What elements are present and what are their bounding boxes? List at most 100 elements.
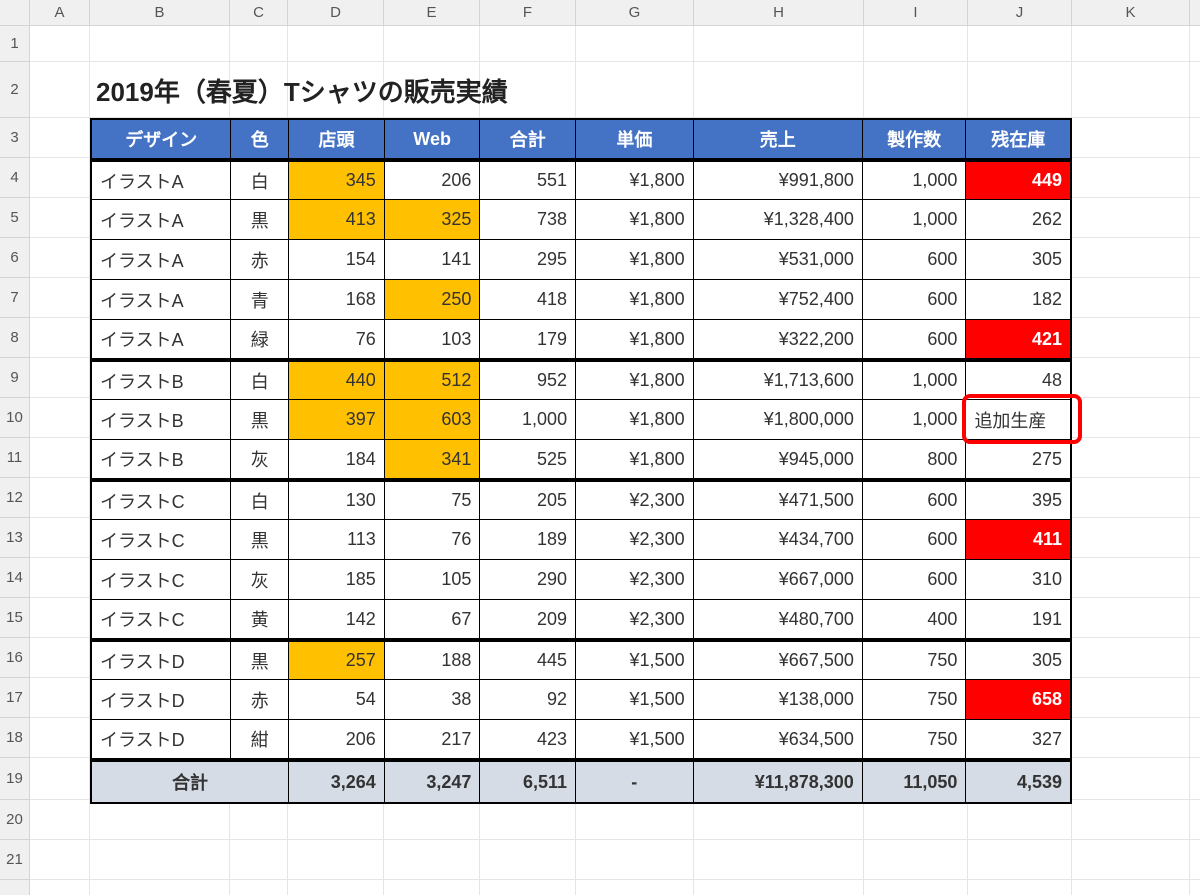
cell-price[interactable]: ¥1,500 [576, 640, 694, 680]
cell-made[interactable]: 600 [863, 520, 967, 560]
cell-sales[interactable]: ¥991,800 [694, 160, 863, 200]
cell-sales[interactable]: ¥945,000 [694, 440, 863, 480]
row-head-4[interactable]: 4 [0, 158, 29, 198]
cell-design[interactable]: イラストC [92, 520, 231, 560]
cell-price[interactable]: ¥1,800 [576, 280, 694, 320]
cell-store[interactable]: 142 [289, 600, 385, 640]
cell-web[interactable]: 250 [385, 280, 481, 320]
cell-total-sales[interactable]: ¥11,878,300 [694, 760, 863, 802]
cell-sales[interactable]: ¥434,700 [694, 520, 863, 560]
cell-total[interactable]: 1,000 [480, 400, 576, 440]
cell-store[interactable]: 168 [289, 280, 385, 320]
row-head-20[interactable]: 20 [0, 800, 29, 840]
col-head-I[interactable]: I [864, 0, 968, 25]
row-head-15[interactable]: 15 [0, 598, 29, 638]
cell-color[interactable]: 紺 [231, 720, 289, 760]
cell-design[interactable]: イラストD [92, 680, 231, 720]
row-head-21[interactable]: 21 [0, 840, 29, 880]
cell-store[interactable]: 397 [289, 400, 385, 440]
row-head-13[interactable]: 13 [0, 518, 29, 558]
cell-store[interactable]: 185 [289, 560, 385, 600]
row-head-9[interactable]: 9 [0, 358, 29, 398]
row-head-17[interactable]: 17 [0, 678, 29, 718]
cell-web[interactable]: 217 [385, 720, 481, 760]
cell-sales[interactable]: ¥322,200 [694, 320, 863, 360]
cell-total[interactable]: 205 [480, 480, 576, 520]
col-head-H[interactable]: H [694, 0, 864, 25]
col-head-J[interactable]: J [968, 0, 1072, 25]
col-head-K[interactable]: K [1072, 0, 1190, 25]
cell-made[interactable]: 600 [863, 560, 967, 600]
table-header-4[interactable]: 合計 [480, 120, 576, 160]
col-head-A[interactable]: A [30, 0, 90, 25]
cell-made[interactable]: 1,000 [863, 400, 967, 440]
cell-stock[interactable]: 305 [966, 640, 1070, 680]
cell-web[interactable]: 341 [385, 440, 481, 480]
cell-stock[interactable]: 449 [966, 160, 1070, 200]
cell-stock[interactable]: 追加生産 [966, 400, 1070, 440]
cell-total[interactable]: 295 [480, 240, 576, 280]
cell-stock[interactable]: 275 [966, 440, 1070, 480]
cell-price[interactable]: ¥1,500 [576, 680, 694, 720]
cell-store[interactable]: 154 [289, 240, 385, 280]
cell-store[interactable]: 184 [289, 440, 385, 480]
cell-price[interactable]: ¥1,800 [576, 200, 694, 240]
cell-design[interactable]: イラストC [92, 560, 231, 600]
cell-made[interactable]: 800 [863, 440, 967, 480]
cell-stock[interactable]: 182 [966, 280, 1070, 320]
cell-sales[interactable]: ¥138,000 [694, 680, 863, 720]
cell-color[interactable]: 灰 [231, 560, 289, 600]
cell-store[interactable]: 345 [289, 160, 385, 200]
cell-made[interactable]: 750 [863, 680, 967, 720]
table-header-5[interactable]: 単価 [576, 120, 694, 160]
cell-stock[interactable]: 262 [966, 200, 1070, 240]
cell-total[interactable]: 423 [480, 720, 576, 760]
cell-stock[interactable]: 310 [966, 560, 1070, 600]
cell-web[interactable]: 141 [385, 240, 481, 280]
cell-web[interactable]: 512 [385, 360, 481, 400]
table-header-8[interactable]: 残在庫 [966, 120, 1070, 160]
cell-design[interactable]: イラストD [92, 720, 231, 760]
cell-color[interactable]: 白 [231, 160, 289, 200]
cell-sales[interactable]: ¥1,328,400 [694, 200, 863, 240]
row-head-18[interactable]: 18 [0, 718, 29, 758]
cell-stock[interactable]: 658 [966, 680, 1070, 720]
cell-total-price[interactable]: - [576, 760, 694, 802]
cell-sales[interactable]: ¥471,500 [694, 480, 863, 520]
cell-color[interactable]: 黒 [231, 520, 289, 560]
cell-stock[interactable]: 48 [966, 360, 1070, 400]
cell-made[interactable]: 400 [863, 600, 967, 640]
cell-price[interactable]: ¥2,300 [576, 520, 694, 560]
cell-price[interactable]: ¥1,800 [576, 160, 694, 200]
row-head-6[interactable]: 6 [0, 238, 29, 278]
table-header-0[interactable]: デザイン [92, 120, 231, 160]
cell-color[interactable]: 青 [231, 280, 289, 320]
cell-sales[interactable]: ¥752,400 [694, 280, 863, 320]
cell-store[interactable]: 257 [289, 640, 385, 680]
cell-store[interactable]: 130 [289, 480, 385, 520]
cell-web[interactable]: 105 [385, 560, 481, 600]
select-all-corner[interactable] [0, 0, 30, 25]
cell-design[interactable]: イラストA [92, 200, 231, 240]
cell-total[interactable]: 738 [480, 200, 576, 240]
cell-stock[interactable]: 191 [966, 600, 1070, 640]
row-head-8[interactable]: 8 [0, 318, 29, 358]
cell-store[interactable]: 440 [289, 360, 385, 400]
cell-web[interactable]: 103 [385, 320, 481, 360]
cell-stock[interactable]: 305 [966, 240, 1070, 280]
table-header-6[interactable]: 売上 [694, 120, 863, 160]
cell-design[interactable]: イラストB [92, 400, 231, 440]
cell-made[interactable]: 1,000 [863, 360, 967, 400]
cell-store[interactable]: 413 [289, 200, 385, 240]
cell-design[interactable]: イラストA [92, 280, 231, 320]
row-head-14[interactable]: 14 [0, 558, 29, 598]
row-head-11[interactable]: 11 [0, 438, 29, 478]
table-header-2[interactable]: 店頭 [289, 120, 385, 160]
table-header-3[interactable]: Web [385, 120, 481, 160]
cell-price[interactable]: ¥1,800 [576, 400, 694, 440]
cell-total[interactable]: 189 [480, 520, 576, 560]
cell-stock[interactable]: 395 [966, 480, 1070, 520]
row-head-7[interactable]: 7 [0, 278, 29, 318]
cell-total[interactable]: 290 [480, 560, 576, 600]
cell-color[interactable]: 黒 [231, 400, 289, 440]
